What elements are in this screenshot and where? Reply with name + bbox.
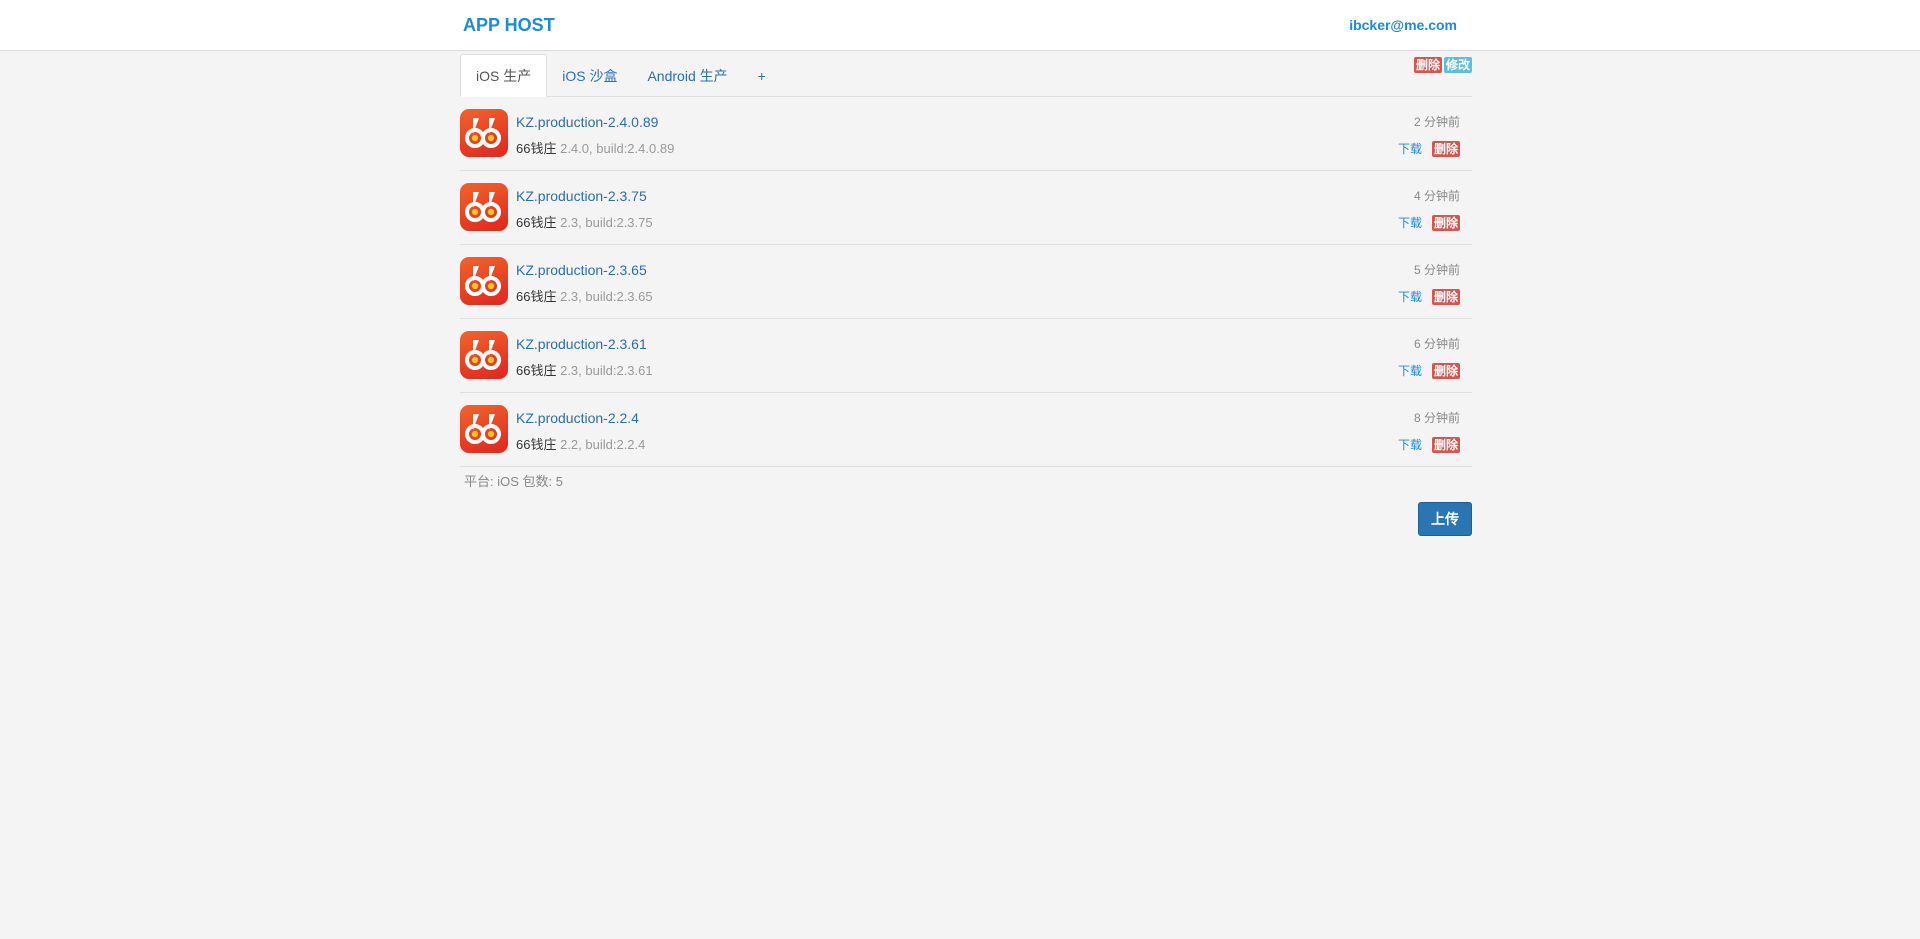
app-icon [460, 331, 508, 379]
app-name-link[interactable]: KZ.production-2.3.65 [516, 262, 647, 278]
upload-time: 6 分钟前 [1413, 337, 1460, 351]
main-container: iOS 生产 iOS 沙盒 Android 生产 + 删除 修改 KZ.prod… [460, 51, 1472, 536]
app-version-details: 2.3, build:2.3.65 [560, 289, 653, 304]
app-list: KZ.production-2.4.0.89 66钱庄 2.4.0, build… [460, 97, 1472, 467]
app-row: KZ.production-2.4.0.89 66钱庄 2.4.0, build… [460, 97, 1472, 171]
tabs-wrapper: iOS 生产 iOS 沙盒 Android 生产 + 删除 修改 [460, 51, 1472, 97]
delete-button[interactable]: 删除 [1431, 436, 1460, 453]
app-icon [460, 109, 508, 157]
tab-ios-sandbox[interactable]: iOS 沙盒 [547, 54, 632, 96]
tab-ios-production[interactable]: iOS 生产 [460, 54, 548, 97]
upload-time: 4 分钟前 [1413, 189, 1460, 203]
app-version-details: 2.3, build:2.3.61 [560, 363, 653, 378]
download-link[interactable]: 下载 [1398, 436, 1422, 453]
row-actions: 下载 删除 [1398, 214, 1460, 231]
delete-button[interactable]: 删除 [1431, 140, 1460, 157]
app-meta: 66钱庄 2.2, build:2.2.4 [516, 434, 645, 453]
app-name-link[interactable]: KZ.production-2.2.4 [516, 410, 639, 426]
app-name-link[interactable]: KZ.production-2.3.61 [516, 336, 647, 352]
group-actions: 删除 修改 [1413, 57, 1472, 73]
app-icon [460, 183, 508, 231]
tab-android-production[interactable]: Android 生产 [632, 54, 742, 96]
group-edit-button[interactable]: 修改 [1443, 57, 1472, 73]
app-meta: 66钱庄 2.3, build:2.3.75 [516, 212, 653, 231]
delete-button[interactable]: 删除 [1431, 288, 1460, 305]
delete-button[interactable]: 删除 [1431, 362, 1460, 379]
download-link[interactable]: 下载 [1398, 288, 1422, 305]
row-actions: 下载 删除 [1398, 362, 1460, 379]
brand-link[interactable]: APP HOST [463, 15, 555, 36]
row-actions: 下载 删除 [1398, 140, 1460, 157]
upload-time: 5 分钟前 [1413, 263, 1460, 277]
app-meta: 66钱庄 2.4.0, build:2.4.0.89 [516, 138, 674, 157]
app-row: KZ.production-2.2.4 66钱庄 2.2, build:2.2.… [460, 393, 1472, 467]
app-version-details: 2.3, build:2.3.75 [560, 215, 653, 230]
app-version-details: 2.2, build:2.2.4 [560, 437, 646, 452]
app-name-link[interactable]: KZ.production-2.4.0.89 [516, 114, 658, 130]
app-display-name: 66钱庄 [516, 141, 557, 156]
tab-add-button[interactable]: + [743, 54, 781, 96]
upload-time: 8 分钟前 [1413, 411, 1460, 425]
app-icon [460, 405, 508, 453]
row-actions: 下载 删除 [1398, 436, 1460, 453]
row-actions: 下载 删除 [1398, 288, 1460, 305]
app-row: KZ.production-2.3.61 66钱庄 2.3, build:2.3… [460, 319, 1472, 393]
app-icon [460, 257, 508, 305]
app-display-name: 66钱庄 [516, 363, 557, 378]
app-meta: 66钱庄 2.3, build:2.3.65 [516, 286, 653, 305]
app-meta: 66钱庄 2.3, build:2.3.61 [516, 360, 653, 379]
group-delete-button[interactable]: 删除 [1413, 57, 1442, 73]
app-display-name: 66钱庄 [516, 215, 557, 230]
delete-button[interactable]: 删除 [1431, 214, 1460, 231]
platform-tabs: iOS 生产 iOS 沙盒 Android 生产 + [460, 51, 1472, 97]
platform-summary: 平台: iOS 包数: 5 [464, 474, 563, 489]
download-link[interactable]: 下载 [1398, 214, 1422, 231]
app-version-details: 2.4.0, build:2.4.0.89 [560, 141, 675, 156]
app-name-link[interactable]: KZ.production-2.3.75 [516, 188, 647, 204]
app-row: KZ.production-2.3.65 66钱庄 2.3, build:2.3… [460, 245, 1472, 319]
app-display-name: 66钱庄 [516, 437, 557, 452]
download-link[interactable]: 下载 [1398, 140, 1422, 157]
top-navbar: APP HOST ibcker@me.com [0, 0, 1920, 51]
upload-time: 2 分钟前 [1413, 115, 1460, 129]
app-display-name: 66钱庄 [516, 289, 557, 304]
app-row: KZ.production-2.3.75 66钱庄 2.3, build:2.3… [460, 171, 1472, 245]
user-email-link[interactable]: ibcker@me.com [1349, 17, 1457, 33]
upload-button[interactable]: 上传 [1418, 502, 1472, 536]
download-link[interactable]: 下载 [1398, 362, 1422, 379]
